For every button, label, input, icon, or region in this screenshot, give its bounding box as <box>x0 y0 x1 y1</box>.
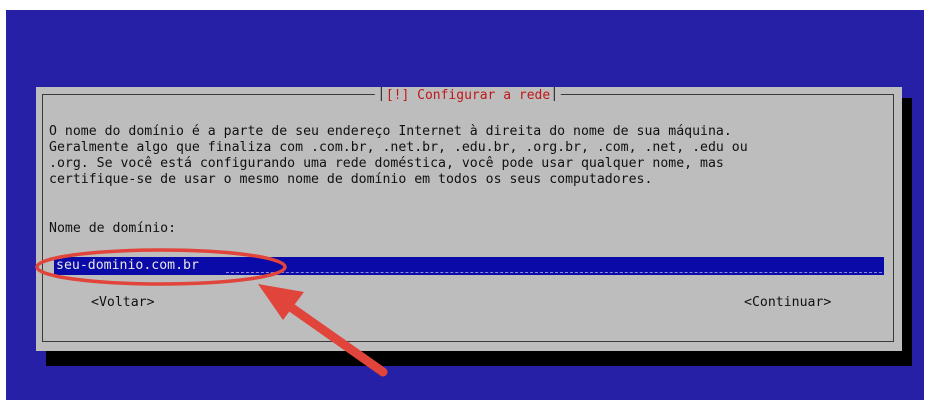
input-underline <box>226 272 882 273</box>
dialog-title-container: [!] Configurar a rede <box>374 87 562 104</box>
description-line: O nome do domínio é a parte de seu ender… <box>49 124 732 139</box>
network-config-dialog: [!] Configurar a rede O nome do domínio … <box>36 87 902 351</box>
dialog-title: [!] Configurar a rede <box>385 88 551 103</box>
continue-button[interactable]: <Continuar> <box>744 295 831 311</box>
title-right-bar <box>550 87 556 101</box>
description-line: .org. Se você está configurando uma rede… <box>49 156 724 171</box>
dialog-description: O nome do domínio é a parte de seu ender… <box>49 124 748 188</box>
back-button[interactable]: <Voltar> <box>91 295 155 311</box>
description-line: certifique-se de usar o mesmo nome de do… <box>49 172 653 187</box>
domain-field-label: Nome de domínio: <box>49 221 177 236</box>
description-line: Geralmente algo que finaliza com .com.br… <box>49 140 748 155</box>
